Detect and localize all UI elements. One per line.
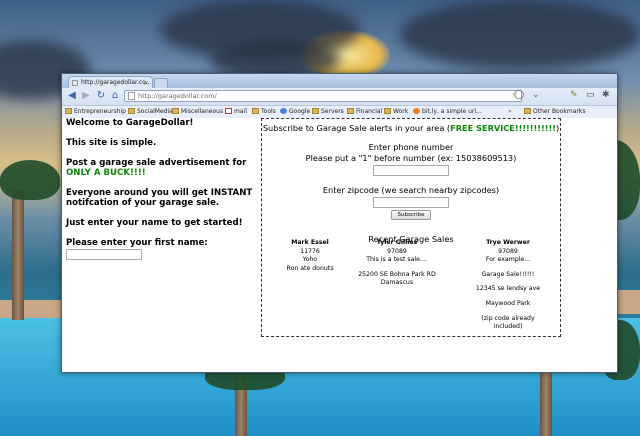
- forward-icon[interactable]: ▶: [80, 90, 92, 102]
- sale-line: For example...: [485, 256, 531, 264]
- palm-frond: [0, 160, 60, 200]
- folder-icon: [172, 108, 179, 114]
- bookmark-mail[interactable]: mail: [225, 106, 247, 118]
- sale-line: included): [493, 323, 523, 331]
- tab-strip: http://garagedollar.co... ×: [62, 74, 617, 89]
- bookmark-socialmedia[interactable]: SocialMedia: [128, 106, 173, 118]
- cloud: [400, 0, 640, 70]
- bookmark-google[interactable]: Google: [280, 106, 310, 118]
- notification-text: Everyone around you will get INSTANT not…: [66, 188, 253, 208]
- bookmark-miscellaneous[interactable]: Miscellaneous: [172, 106, 223, 118]
- phone-input[interactable]: [373, 165, 449, 176]
- sale-entry: Tyler Gillies 97089 This is a test sale.…: [342, 239, 452, 288]
- page-icon: [128, 92, 135, 100]
- chevron-down-icon[interactable]: ⌄: [532, 90, 540, 100]
- other-bookmarks[interactable]: Other Bookmarks: [524, 106, 585, 118]
- page-content: Welcome to GarageDollar! This site is si…: [62, 118, 617, 372]
- bookmark-financial[interactable]: Financial: [347, 106, 382, 118]
- reload-icon[interactable]: ↻: [95, 90, 107, 102]
- extension-icon[interactable]: ✎: [570, 90, 578, 100]
- signup-column: Welcome to GarageDollar! This site is si…: [66, 118, 256, 260]
- folder-icon: [128, 108, 135, 114]
- get-started-text: Just enter your name to get started!: [66, 218, 243, 228]
- page-menu-icon[interactable]: ▭: [586, 90, 595, 100]
- home-icon[interactable]: ⌂: [109, 90, 121, 102]
- sale-line: 25200 SE Bohna Park RD: [358, 270, 436, 278]
- folder-icon: [524, 108, 531, 114]
- post-text: Post a garage sale advertisement for ONLY…: [66, 158, 247, 178]
- phone-label: Enter phone number: [368, 142, 454, 152]
- phone-hint: Please put a "1" before number (ex: 1503…: [305, 153, 517, 163]
- bookmark-tools[interactable]: Tools: [252, 106, 276, 118]
- welcome-heading: Welcome to GarageDollar!: [66, 118, 194, 128]
- sale-line: Garage Sale!!!!!!: [481, 270, 535, 278]
- sale-line: Damascus: [380, 279, 414, 287]
- bookmark-bitly[interactable]: bit.ly, a simple url...: [413, 106, 482, 118]
- sale-line: This is a test sale....: [366, 256, 428, 264]
- folder-icon: [65, 108, 72, 114]
- url-input[interactable]: [138, 91, 498, 101]
- sale-name: Trye Werwer: [486, 239, 530, 246]
- simple-text: This site is simple.: [66, 138, 157, 148]
- back-icon[interactable]: ◀: [66, 90, 78, 102]
- sale-name: Tyler Gillies: [376, 239, 418, 246]
- reload-circle-icon[interactable]: ◯: [514, 90, 524, 100]
- bookmark-work[interactable]: Work: [384, 106, 408, 118]
- page-icon: [72, 80, 78, 86]
- sale-zip: 97089: [498, 247, 518, 255]
- subscribe-panel: Subscribe to Garage Sale alerts in your …: [261, 118, 561, 337]
- browser-tab[interactable]: http://garagedollar.co... ×: [68, 76, 153, 88]
- first-name-input[interactable]: [66, 249, 142, 260]
- subscribe-title: Subscribe to Garage Sale alerts in your …: [262, 123, 560, 133]
- sale-line: 12345 se lendsy ave: [475, 285, 541, 293]
- browser-window: http://garagedollar.co... × ◀ ▶ ↻ ⌂ ☆ ◯ …: [61, 73, 618, 373]
- free-service-text: FREE SERVICE!!!!!!!!!!!: [450, 123, 556, 133]
- sale-zip: 97089: [387, 247, 407, 255]
- palm-trunk: [12, 190, 24, 320]
- bookmarks-overflow-icon[interactable]: »: [508, 106, 512, 118]
- sale-line: Maywood Park: [485, 299, 531, 307]
- wrench-icon[interactable]: ✱: [602, 90, 610, 100]
- bitly-icon: [413, 108, 420, 114]
- folder-icon: [347, 108, 354, 114]
- zip-input[interactable]: [373, 197, 449, 208]
- bookmark-servers[interactable]: Servers: [312, 106, 344, 118]
- tab-title: http://garagedollar.co...: [81, 79, 152, 86]
- address-bar[interactable]: ☆: [124, 90, 522, 102]
- subscribe-button[interactable]: Subscribe: [391, 210, 431, 220]
- bookmark-entrepreneurship[interactable]: Entrepreneurship: [65, 106, 126, 118]
- close-tab-icon[interactable]: ×: [143, 77, 149, 88]
- google-icon: [280, 108, 287, 114]
- price-text: ONLY A BUCK!!!!: [66, 168, 146, 178]
- folder-icon: [252, 108, 259, 114]
- first-name-label: Please enter your first name:: [66, 238, 208, 248]
- sale-line: (zip code already: [481, 314, 535, 322]
- folder-icon: [384, 108, 391, 114]
- folder-icon: [312, 108, 319, 114]
- gmail-icon: [225, 108, 232, 114]
- sale-entry: Trye Werwer 97089 For example... Garage …: [458, 239, 558, 332]
- browser-toolbar: ◀ ▶ ↻ ⌂ ☆ ◯ ⌄ ✎ ▭ ✱: [62, 88, 617, 106]
- zip-label: Enter zipcode (we search nearby zipcodes…: [322, 185, 500, 195]
